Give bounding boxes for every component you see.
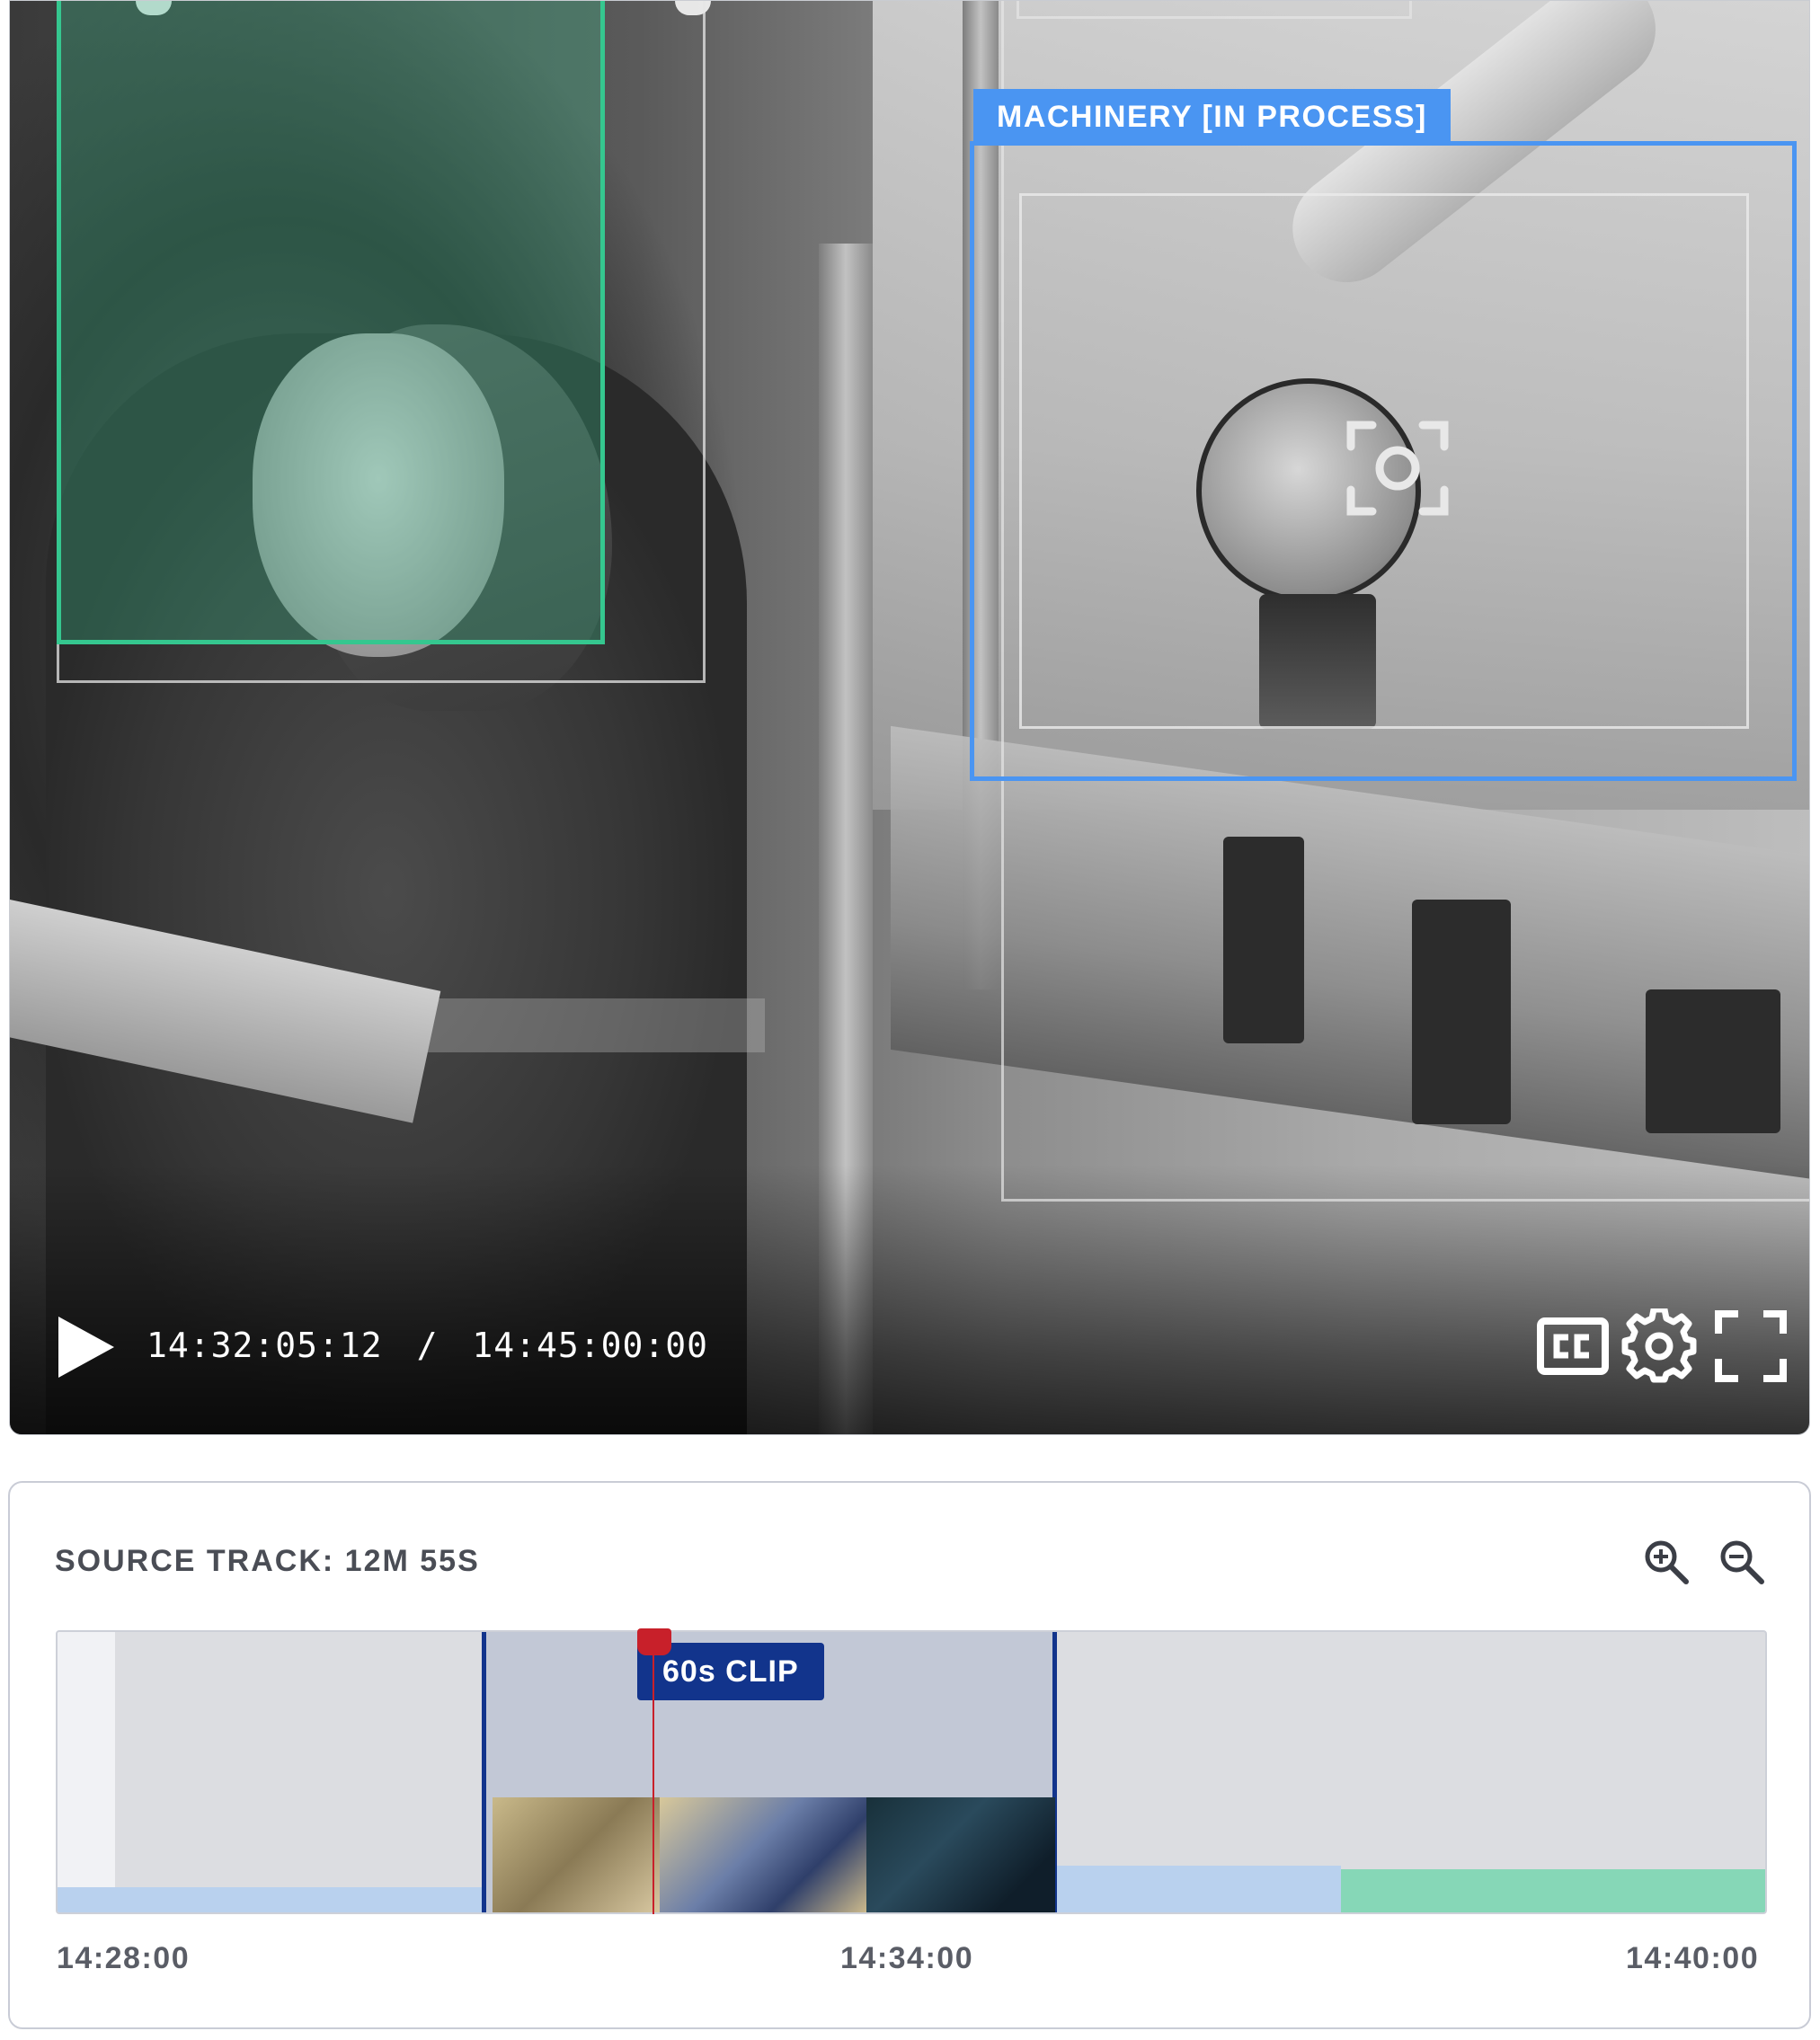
settings-gear-icon[interactable] bbox=[1621, 1308, 1697, 1384]
person-detection-box[interactable] bbox=[57, 1, 605, 644]
time-tick-middle: 14:34:00 bbox=[840, 1941, 974, 1975]
track-start-region bbox=[58, 1632, 115, 1912]
time-tick-end: 14:40:00 bbox=[1626, 1941, 1760, 1975]
green-segment[interactable] bbox=[1341, 1869, 1765, 1912]
controls-gradient bbox=[10, 1165, 1809, 1434]
fullscreen-icon[interactable] bbox=[1713, 1308, 1789, 1384]
time-tick-start: 14:28:00 bbox=[57, 1941, 191, 1975]
play-icon[interactable] bbox=[55, 1313, 118, 1381]
clip-thumbnail bbox=[660, 1797, 866, 1912]
playhead-line bbox=[653, 1630, 654, 1914]
source-track[interactable] bbox=[56, 1630, 1767, 1914]
machinery-detection-label: MACHINERY [IN PROCESS] bbox=[973, 89, 1451, 145]
current-time: 14:32:05:12 bbox=[146, 1326, 383, 1365]
zoom-out-icon[interactable] bbox=[1717, 1537, 1767, 1587]
timeline-panel: SOURCE TRACK: 12M 55S 60s CLIP 14:28:00 … bbox=[8, 1481, 1811, 2029]
clip-thumbnail bbox=[866, 1797, 1055, 1912]
playhead-handle[interactable] bbox=[637, 1628, 671, 1655]
video-player[interactable]: MACHINERY [IN PROCESS] 14:32:05:12 / 14:… bbox=[9, 0, 1810, 1435]
timecode-display: 14:32:05:12 / 14:45:00:00 bbox=[146, 1326, 708, 1365]
clip-thumbnails bbox=[493, 1797, 1055, 1912]
source-track-title: SOURCE TRACK: 12M 55S bbox=[55, 1544, 480, 1578]
zoom-in-icon[interactable] bbox=[1641, 1537, 1691, 1587]
snapshot-target-icon[interactable] bbox=[1345, 416, 1450, 520]
blue-segment[interactable] bbox=[1057, 1866, 1341, 1912]
clip-thumbnail bbox=[493, 1797, 660, 1912]
closed-captions-icon[interactable] bbox=[1535, 1308, 1611, 1384]
total-time: 14:45:00:00 bbox=[472, 1326, 709, 1365]
time-separator: / bbox=[416, 1326, 439, 1365]
blue-segment[interactable] bbox=[58, 1887, 482, 1912]
